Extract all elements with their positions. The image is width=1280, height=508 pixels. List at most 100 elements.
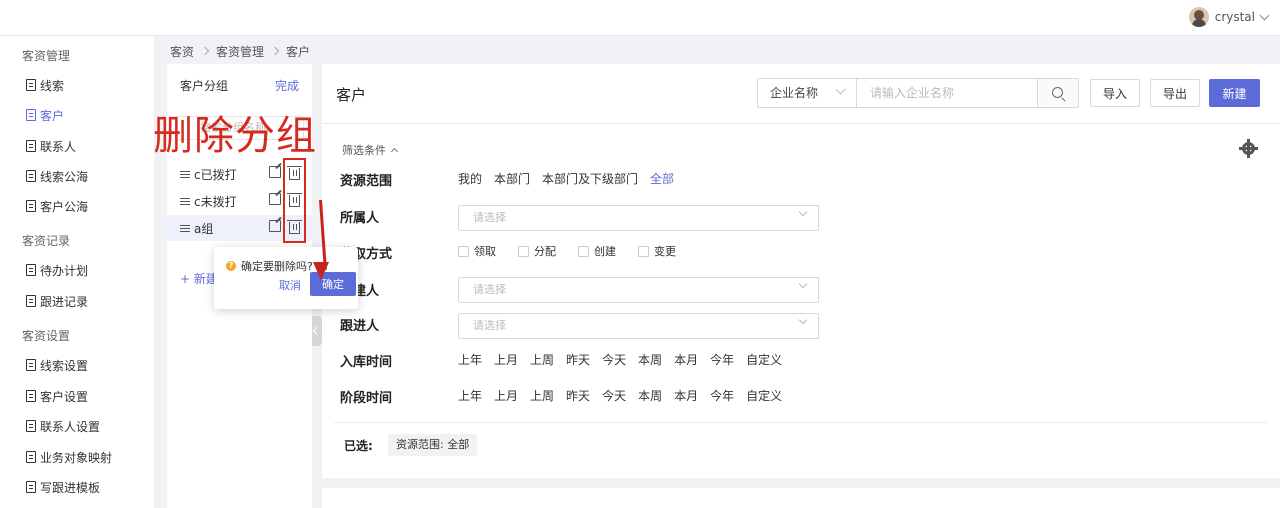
sidebar-item-lead-settings[interactable]: 线索设置 [26, 355, 88, 375]
annotation-highlight-box [283, 158, 306, 243]
acquire-option[interactable]: 创建 [578, 243, 616, 259]
divider [334, 422, 1268, 423]
acquire-option[interactable]: 领取 [458, 243, 496, 259]
search-type-select[interactable]: 企业名称 [757, 78, 857, 108]
sidebar-item-object-mapping[interactable]: 业务对象映射 [26, 447, 112, 467]
sidebar-item-lead-pool[interactable]: 线索公海 [26, 166, 88, 186]
scope-option[interactable]: 我的 [458, 170, 482, 187]
checkbox[interactable] [458, 245, 469, 257]
sidebar-item-customer-pool[interactable]: 客户公海 [26, 196, 88, 216]
page-title: 客户 [336, 86, 367, 104]
chevron-down-icon [798, 315, 808, 325]
document-icon [26, 140, 36, 152]
document-icon [26, 390, 36, 402]
stock-time-options: 上年 上月 上周 昨天 今天 本周 本月 今年 自定义 [458, 351, 782, 368]
time-option[interactable]: 上年 [458, 387, 482, 404]
time-option[interactable]: 今天 [602, 387, 626, 404]
top-bar: crystal [0, 0, 1280, 36]
scope-option[interactable]: 本部门及下级部门 [542, 170, 638, 187]
user-menu[interactable]: crystal [1188, 6, 1270, 28]
sidebar-section-title: 客资设置 [22, 329, 71, 343]
sidebar-item-contact-settings[interactable]: 联系人设置 [26, 416, 100, 436]
chevron-up-icon [390, 147, 399, 156]
edit-icon[interactable] [269, 220, 281, 232]
group-icon [180, 197, 190, 205]
chevron-right-icon [200, 46, 210, 56]
export-button[interactable]: 导出 [1150, 79, 1200, 107]
collapse-handle[interactable] [312, 316, 322, 346]
selected-label: 已选: [344, 439, 373, 453]
creator-select[interactable]: 请选择 [458, 277, 819, 303]
document-icon [26, 295, 36, 307]
selected-filter-tag[interactable]: 资源范围: 全部 [388, 434, 478, 456]
acquire-options: 领取 分配 创建 变更 [458, 243, 676, 259]
time-option[interactable]: 本周 [638, 351, 662, 368]
time-option[interactable]: 自定义 [746, 387, 782, 404]
sidebar-item-follow-template[interactable]: 写跟进模板 [26, 477, 100, 497]
divider [322, 123, 1280, 124]
sidebar: 客资管理 线索 客户 联系人 线索公海 客户公海 客资记录 待办计划 跟进记录 … [0, 36, 154, 508]
import-button[interactable]: 导入 [1090, 79, 1140, 107]
acquire-option[interactable]: 分配 [518, 243, 556, 259]
checkbox[interactable] [518, 245, 529, 257]
breadcrumb: 客资 客资管理 客户 [170, 42, 310, 60]
sidebar-item-customers[interactable]: 客户 [26, 105, 64, 125]
time-option[interactable]: 本月 [674, 351, 698, 368]
cancel-button[interactable]: 取消 [279, 277, 301, 293]
time-option[interactable]: 上周 [530, 351, 554, 368]
gear-icon[interactable] [1239, 139, 1258, 158]
chevron-down-icon [798, 279, 808, 289]
filter-label-follower: 跟进人 [340, 319, 380, 334]
chevron-down-icon [798, 207, 808, 217]
document-icon [26, 170, 36, 182]
chevron-down-icon [835, 84, 846, 95]
time-option[interactable]: 上月 [494, 387, 518, 404]
time-option[interactable]: 上年 [458, 351, 482, 368]
edit-icon[interactable] [269, 166, 281, 178]
time-option[interactable]: 本月 [674, 387, 698, 404]
done-button[interactable]: 完成 [275, 77, 299, 94]
breadcrumb-item[interactable]: 客资 [170, 43, 194, 60]
edit-icon[interactable] [269, 193, 281, 205]
sidebar-item-todo[interactable]: 待办计划 [26, 260, 88, 280]
filter-toggle[interactable]: 筛选条件 [342, 142, 399, 158]
time-option[interactable]: 上周 [530, 387, 554, 404]
sidebar-item-customer-settings[interactable]: 客户设置 [26, 386, 88, 406]
time-option[interactable]: 昨天 [566, 387, 590, 404]
time-option[interactable]: 上月 [494, 351, 518, 368]
delete-popconfirm: ? 确定要删除吗? 取消 确定 [214, 247, 358, 309]
sidebar-item-contacts[interactable]: 联系人 [26, 136, 76, 156]
add-group-button[interactable]: + 新建 [180, 270, 218, 287]
owner-select[interactable]: 请选择 [458, 205, 819, 231]
search-icon [1052, 87, 1063, 98]
list-panel [322, 488, 1280, 508]
breadcrumb-item-current: 客户 [286, 44, 311, 59]
search-input[interactable]: 请输入企业名称 [856, 78, 1038, 108]
breadcrumb-item[interactable]: 客资管理 [216, 43, 264, 60]
time-option[interactable]: 本周 [638, 387, 662, 404]
scope-options: 我的 本部门 本部门及下级部门 全部 [458, 170, 674, 187]
document-icon [26, 481, 36, 493]
time-option[interactable]: 今年 [710, 351, 734, 368]
username: crystal [1214, 10, 1255, 24]
scope-option-selected[interactable]: 全部 [650, 170, 674, 187]
new-button[interactable]: 新建 [1209, 79, 1260, 107]
checkbox[interactable] [638, 245, 649, 257]
search-button[interactable] [1037, 78, 1079, 108]
follower-select[interactable]: 请选择 [458, 313, 819, 339]
time-option[interactable]: 今天 [602, 351, 626, 368]
document-icon [26, 451, 36, 463]
sidebar-item-leads[interactable]: 线索 [26, 75, 64, 95]
avatar [1188, 7, 1209, 27]
document-icon [26, 79, 36, 91]
time-option[interactable]: 自定义 [746, 351, 782, 368]
time-option[interactable]: 昨天 [566, 351, 590, 368]
filter-label-scope: 资源范围 [340, 174, 393, 189]
sidebar-item-follow-records[interactable]: 跟进记录 [26, 291, 88, 311]
filter-label-stage-time: 阶段时间 [340, 391, 393, 406]
scope-option[interactable]: 本部门 [494, 170, 530, 187]
acquire-option[interactable]: 变更 [638, 243, 676, 259]
document-icon [26, 200, 36, 212]
checkbox[interactable] [578, 245, 589, 257]
time-option[interactable]: 今年 [710, 387, 734, 404]
